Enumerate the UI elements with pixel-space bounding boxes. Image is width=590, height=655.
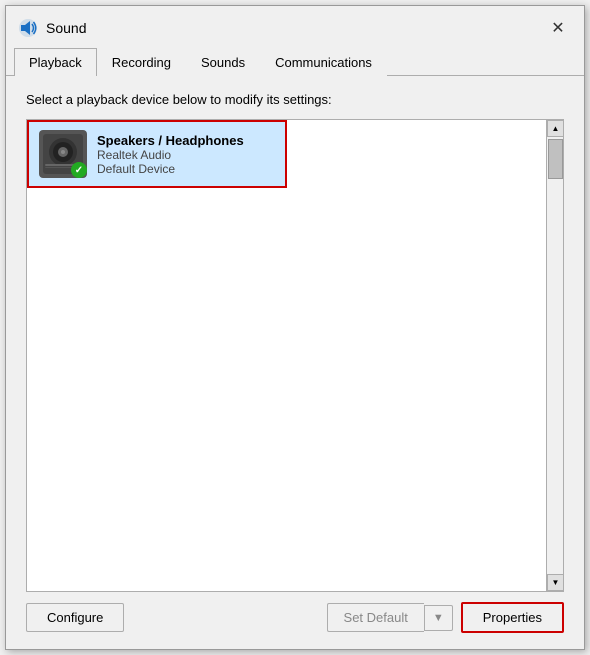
window-title: Sound [46, 20, 86, 36]
properties-button[interactable]: Properties [461, 602, 564, 633]
default-check-badge: ✓ [71, 162, 87, 178]
configure-button[interactable]: Configure [26, 603, 124, 632]
device-item-speakers[interactable]: ✓ Speakers / Headphones Realtek Audio De… [27, 120, 287, 188]
set-default-button[interactable]: Set Default [327, 603, 424, 632]
scroll-thumb[interactable] [548, 139, 563, 179]
tab-sounds[interactable]: Sounds [186, 48, 260, 76]
tab-bar: Playback Recording Sounds Communications [6, 48, 584, 76]
tab-content: Select a playback device below to modify… [6, 76, 584, 649]
tab-playback[interactable]: Playback [14, 48, 97, 76]
device-status: Default Device [97, 162, 244, 176]
device-icon-wrap: ✓ [39, 130, 87, 178]
scroll-track [547, 137, 563, 574]
title-left: Sound [18, 18, 86, 38]
sound-window: Sound ✕ Playback Recording Sounds Commun… [5, 5, 585, 650]
set-default-dropdown-arrow[interactable]: ▼ [424, 605, 453, 631]
tab-communications[interactable]: Communications [260, 48, 387, 76]
tab-recording[interactable]: Recording [97, 48, 186, 76]
scroll-up-arrow[interactable]: ▲ [547, 120, 564, 137]
button-bar: Configure Set Default ▼ Properties [26, 592, 564, 637]
device-list[interactable]: ✓ Speakers / Headphones Realtek Audio De… [26, 119, 564, 592]
instruction-text: Select a playback device below to modify… [26, 92, 564, 107]
device-name: Speakers / Headphones [97, 133, 244, 148]
device-info: Speakers / Headphones Realtek Audio Defa… [97, 133, 244, 176]
title-bar: Sound ✕ [6, 6, 584, 48]
scrollbar[interactable]: ▲ ▼ [546, 120, 563, 591]
close-button[interactable]: ✕ [544, 14, 572, 42]
scroll-down-arrow[interactable]: ▼ [547, 574, 564, 591]
device-driver: Realtek Audio [97, 148, 244, 162]
sound-icon [18, 18, 38, 38]
